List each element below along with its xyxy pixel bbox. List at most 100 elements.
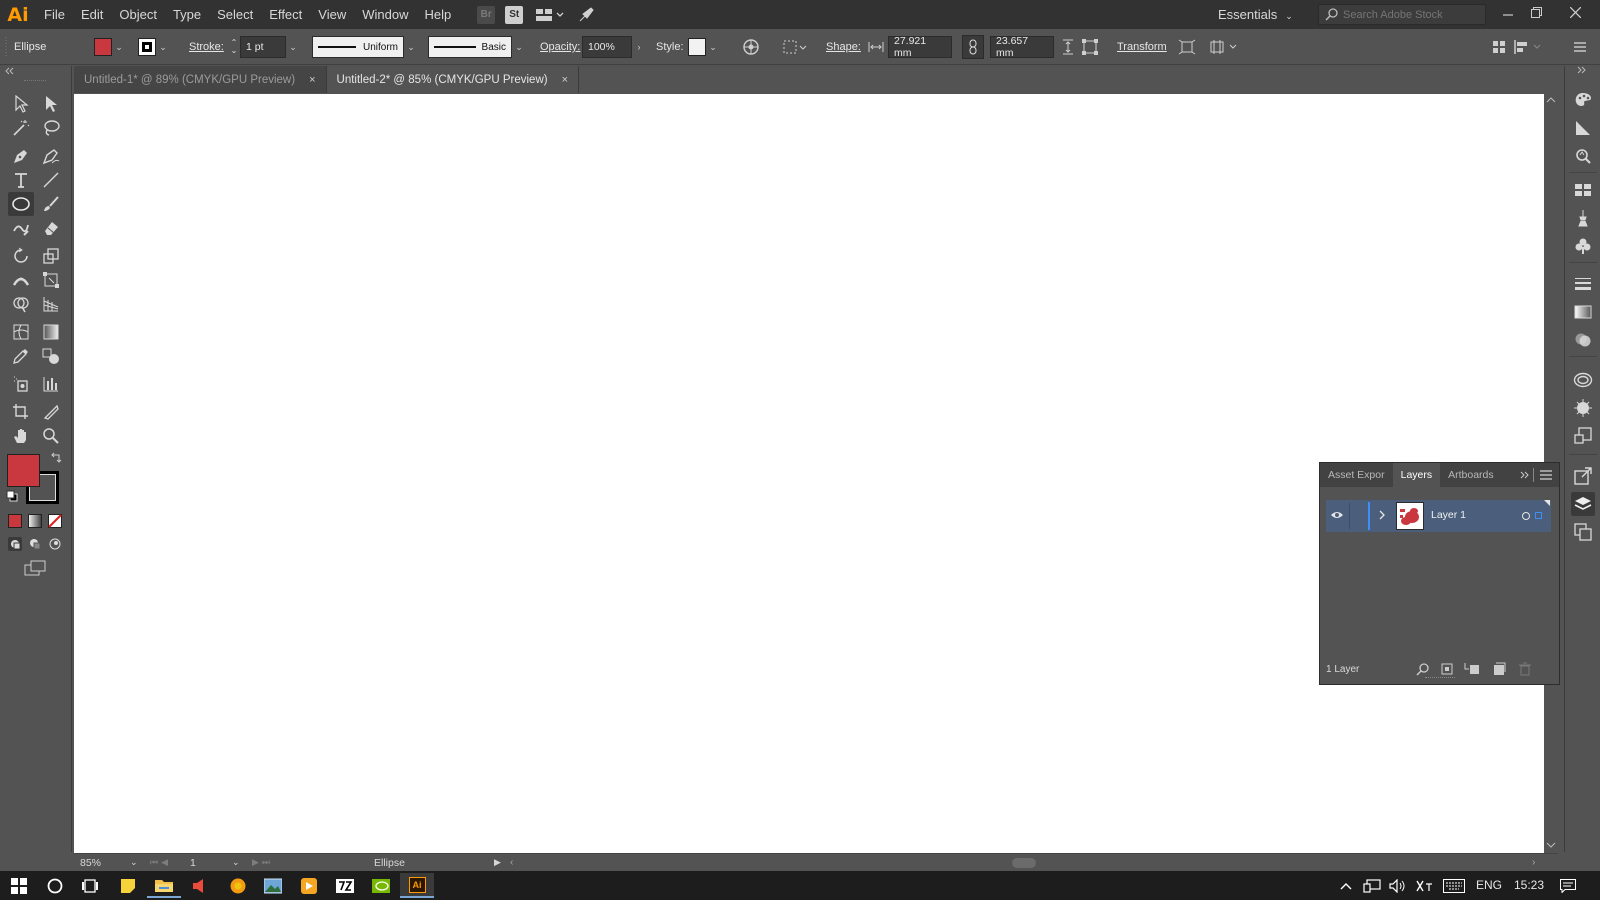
- stroke-swatch[interactable]: [138, 38, 156, 56]
- gpu-performance-button[interactable]: [577, 6, 595, 24]
- scale-tool[interactable]: [38, 244, 64, 268]
- menu-effect[interactable]: Effect: [261, 0, 310, 29]
- make-clipping-mask-button[interactable]: [1440, 662, 1454, 676]
- menu-select[interactable]: Select: [209, 0, 261, 29]
- lasso-tool[interactable]: [38, 116, 64, 140]
- symbols-button[interactable]: [1571, 234, 1595, 258]
- shape-builder-tool[interactable]: [8, 292, 34, 316]
- status-menu-arrow[interactable]: ▶: [494, 854, 501, 871]
- artboard-dropdown[interactable]: ⌄: [232, 854, 240, 871]
- shape-label[interactable]: Shape:: [826, 29, 861, 65]
- graphic-style-control[interactable]: ⌄: [688, 29, 720, 65]
- curvature-tool[interactable]: [38, 144, 64, 168]
- workspace-switcher[interactable]: Essentials ⌄: [1218, 0, 1293, 29]
- paintbrush-tool[interactable]: [38, 192, 64, 216]
- new-layer-button[interactable]: [1492, 662, 1506, 676]
- photos-app[interactable]: [256, 873, 290, 898]
- chevron-down-icon[interactable]: [1546, 841, 1556, 849]
- menu-help[interactable]: Help: [416, 0, 459, 29]
- delete-layer-button[interactable]: [1518, 662, 1532, 676]
- toolbar-grip[interactable]: [24, 80, 46, 82]
- type-tool[interactable]: [8, 168, 34, 192]
- selection-tool[interactable]: [8, 92, 34, 116]
- stock-button[interactable]: St: [505, 5, 524, 24]
- tab-artboards[interactable]: Artboards: [1440, 463, 1502, 487]
- align-options-button[interactable]: [783, 29, 809, 65]
- isolate-button[interactable]: [1178, 29, 1196, 65]
- horizontal-scroll-thumb[interactable]: [1012, 858, 1036, 868]
- artboards-button[interactable]: [1571, 520, 1595, 544]
- height-control[interactable]: 23.657 mm: [990, 29, 1054, 65]
- arrange-button[interactable]: [1492, 29, 1506, 65]
- target-button[interactable]: [1521, 511, 1531, 521]
- appearance-button[interactable]: [1571, 368, 1595, 392]
- draw-behind-button[interactable]: [28, 537, 42, 551]
- magic-wand-tool[interactable]: [8, 116, 34, 140]
- menu-edit[interactable]: Edit: [73, 0, 111, 29]
- color-panel-button[interactable]: [1571, 88, 1595, 112]
- search-input[interactable]: [1343, 8, 1483, 21]
- locate-object-button[interactable]: [1416, 662, 1430, 676]
- close-tab-icon[interactable]: ×: [562, 74, 568, 86]
- profile-field[interactable]: Uniform: [312, 36, 404, 58]
- nvidia-app[interactable]: [364, 873, 398, 898]
- free-transform-tool[interactable]: [38, 268, 64, 292]
- width-control[interactable]: 27.921 mm: [888, 29, 952, 65]
- image-trace-button[interactable]: [1571, 424, 1595, 448]
- opacity-label[interactable]: Opacity:: [540, 29, 580, 65]
- opacity-field[interactable]: 100%: [582, 36, 632, 58]
- align-panel-button[interactable]: [1514, 29, 1544, 65]
- search-button[interactable]: [38, 873, 72, 898]
- envelope-button[interactable]: [1210, 29, 1242, 65]
- direct-selection-tool[interactable]: [38, 92, 64, 116]
- constrain-proportions-button[interactable]: [962, 29, 984, 65]
- media-app[interactable]: [183, 873, 217, 898]
- gradient-panel-button[interactable]: [1571, 300, 1595, 324]
- color-guide-button[interactable]: [1571, 116, 1595, 140]
- chevron-down-icon[interactable]: ⌄: [404, 36, 418, 58]
- archive-app[interactable]: [328, 873, 362, 898]
- menu-object[interactable]: Object: [111, 0, 165, 29]
- arrange-documents-button[interactable]: [535, 0, 567, 29]
- brush-field[interactable]: Basic: [428, 36, 512, 58]
- tab-untitled-2[interactable]: Untitled-2* @ 85% (CMYK/GPU Preview) ×: [326, 66, 580, 93]
- restore-button[interactable]: [1516, 0, 1556, 24]
- mesh-tool[interactable]: [8, 320, 34, 344]
- recolor-artwork-button[interactable]: [742, 29, 760, 65]
- graphic-styles-button[interactable]: [1571, 396, 1595, 420]
- layers-button[interactable]: [1571, 492, 1595, 516]
- expand-layer-button[interactable]: [1378, 509, 1386, 521]
- stepper-icon[interactable]: ⌃ ⌄: [228, 39, 240, 55]
- action-center-button[interactable]: [1556, 873, 1580, 898]
- network-button[interactable]: [1360, 873, 1384, 898]
- panel-menu-button[interactable]: [1540, 470, 1552, 480]
- video-player-app[interactable]: [292, 873, 326, 898]
- zoom-dropdown[interactable]: ⌄: [130, 854, 138, 871]
- width-tool[interactable]: [8, 268, 34, 292]
- chevron-down-icon[interactable]: ⌄: [706, 36, 720, 58]
- stroke-weight-field[interactable]: 1 pt: [240, 36, 286, 58]
- dock-expand-button[interactable]: [1577, 66, 1587, 74]
- menu-window[interactable]: Window: [354, 0, 416, 29]
- eraser-tool[interactable]: [38, 216, 64, 240]
- layer-row[interactable]: Layer 1: [1326, 500, 1551, 532]
- file-explorer-app[interactable]: [147, 873, 181, 898]
- start-button[interactable]: [2, 873, 36, 898]
- column-graph-tool[interactable]: [38, 372, 64, 396]
- screen-mode-button[interactable]: [24, 560, 48, 576]
- tab-asset-export[interactable]: Asset Expor: [1320, 463, 1393, 487]
- bridge-button[interactable]: Br: [477, 5, 496, 24]
- illustrator-app[interactable]: Ai: [400, 873, 434, 898]
- symbol-sprayer-tool[interactable]: [8, 372, 34, 396]
- swatches-button[interactable]: [1571, 178, 1595, 202]
- default-colors-button[interactable]: [6, 490, 18, 502]
- language-indicator[interactable]: ENG: [1476, 871, 1502, 900]
- eyedropper-tool[interactable]: [8, 344, 34, 368]
- tab-untitled-1[interactable]: Untitled-1* @ 89% (CMYK/GPU Preview) ×: [74, 66, 327, 93]
- layer-name[interactable]: Layer 1: [1431, 509, 1466, 521]
- toolbar-collapse-button[interactable]: [4, 66, 68, 76]
- artboard-tool[interactable]: [8, 400, 34, 424]
- reference-point-button[interactable]: [1082, 29, 1098, 65]
- brush-definition[interactable]: Basic ⌄: [428, 29, 526, 65]
- fill-swatch-control[interactable]: ⌄: [94, 29, 126, 65]
